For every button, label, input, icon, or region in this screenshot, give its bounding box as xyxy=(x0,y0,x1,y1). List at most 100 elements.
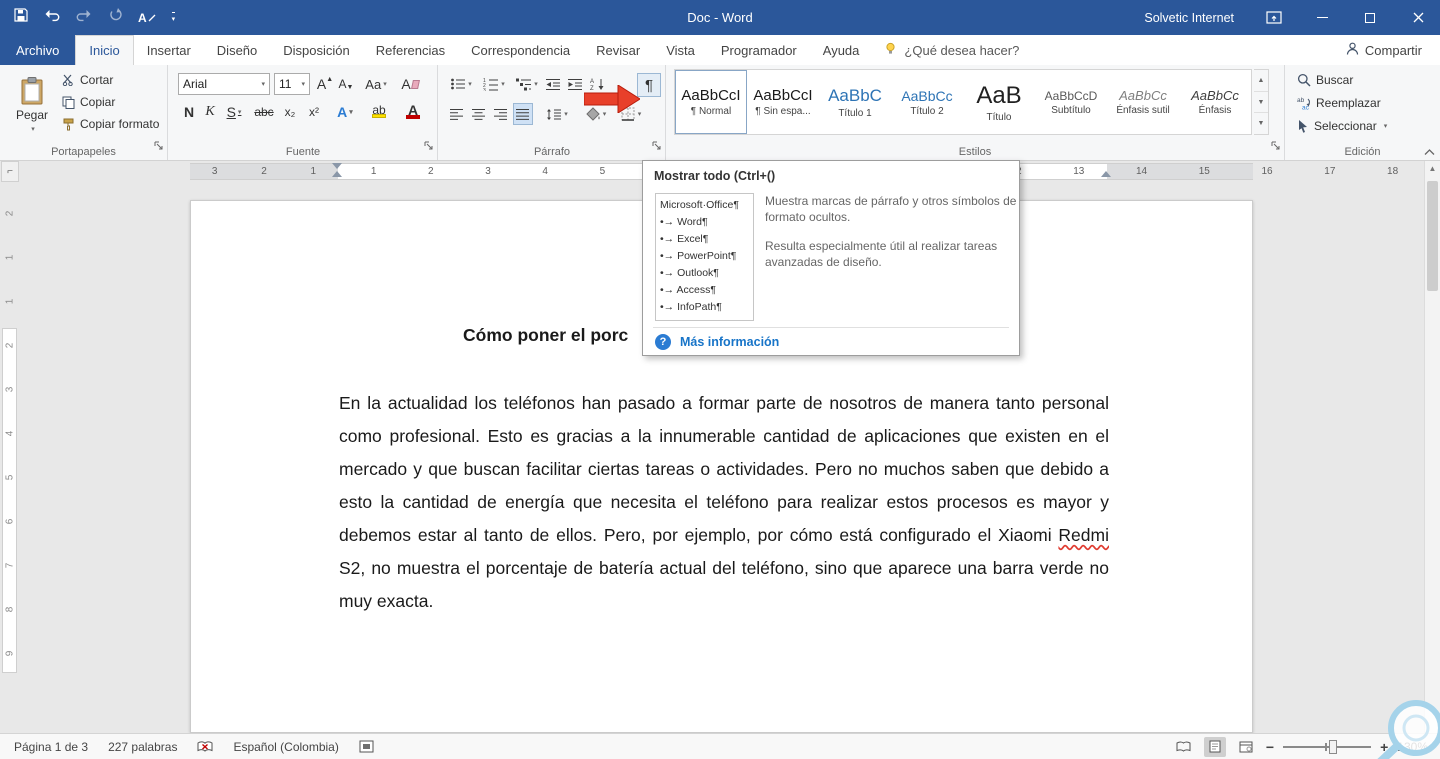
format-painter-button[interactable]: Copiar formato xyxy=(62,117,159,131)
tooltip-divider xyxy=(653,327,1009,328)
numbering-button[interactable]: 1 2 3 ▾ xyxy=(479,73,509,95)
page-indicator[interactable]: Página 1 de 3 xyxy=(14,740,88,754)
shrink-font-button[interactable]: A ▼ xyxy=(336,73,356,95)
font-color-button[interactable]: A xyxy=(399,99,427,121)
align-center-button[interactable] xyxy=(469,103,489,125)
vertical-scrollbar[interactable]: ▲ xyxy=(1424,161,1440,733)
multilevel-list-button[interactable]: ▾ xyxy=(513,73,541,95)
tab-programador[interactable]: Programador xyxy=(708,35,810,65)
maximize-button[interactable] xyxy=(1348,0,1392,35)
repeat-item: 18 xyxy=(1387,166,1399,177)
vertical-ruler[interactable]: 2 1 1 2 3 4 5 6 7 8 9 xyxy=(1,182,19,733)
clear-formatting-button[interactable]: A xyxy=(397,73,423,95)
scroll-up-arrow[interactable]: ▲ xyxy=(1425,164,1440,173)
style-normal[interactable]: AaBbCcI ¶ Normal xyxy=(675,70,747,134)
grow-font-button[interactable]: A ▲ xyxy=(315,73,335,95)
font-dialog-launcher[interactable] xyxy=(424,138,434,156)
find-button[interactable]: Buscar xyxy=(1297,73,1353,87)
styles-dialog-launcher[interactable] xyxy=(1271,138,1281,156)
clipboard-dialog-launcher[interactable] xyxy=(154,138,164,156)
tab-insertar[interactable]: Insertar xyxy=(134,35,204,65)
select-button[interactable]: Seleccionar ▾ xyxy=(1297,119,1387,133)
superscript-button[interactable]: x² xyxy=(303,101,325,123)
styles-gallery-more-button[interactable]: ▼ xyxy=(1254,113,1268,134)
text-effects-button[interactable]: A ▾ xyxy=(331,101,359,123)
italic-button[interactable]: K xyxy=(201,101,219,123)
zoom-slider[interactable] xyxy=(1283,739,1372,754)
scrollbar-thumb[interactable] xyxy=(1427,181,1438,291)
web-layout-button[interactable] xyxy=(1235,737,1257,757)
highlight-color-button[interactable]: ab xyxy=(363,99,395,121)
minimize-button[interactable] xyxy=(1300,0,1344,35)
more-info-link[interactable]: ? Más información xyxy=(655,334,779,350)
tab-inicio[interactable]: Inicio xyxy=(75,35,134,65)
bold-button[interactable]: N xyxy=(179,101,199,123)
paragraph-text: S2, no muestra el porcentaje de batería … xyxy=(339,558,1109,611)
left-indent-marker[interactable] xyxy=(332,171,342,177)
repeat-item: 1 xyxy=(4,254,16,261)
tab-revisar[interactable]: Revisar xyxy=(583,35,653,65)
repeat-item: 16 xyxy=(1261,166,1273,177)
tab-ayuda[interactable]: Ayuda xyxy=(810,35,873,65)
right-indent-marker[interactable] xyxy=(1101,171,1111,177)
account-name[interactable]: Solvetic Internet xyxy=(1144,11,1234,25)
underline-button[interactable]: S ▾ xyxy=(221,101,247,123)
increase-indent-button[interactable] xyxy=(565,73,585,95)
style-title[interactable]: AaB Título xyxy=(963,70,1035,134)
ribbon-display-options-button[interactable] xyxy=(1252,0,1296,35)
collapse-ribbon-button[interactable] xyxy=(1424,143,1435,161)
bullets-button[interactable]: ▾ xyxy=(447,73,475,95)
style-no-spacing[interactable]: AaBbCcI ¶ Sin espa... xyxy=(747,70,819,134)
repeat-item: 5 xyxy=(599,166,606,177)
document-heading[interactable]: Cómo poner el porc xyxy=(463,325,628,346)
paragraph-dialog-launcher[interactable] xyxy=(652,138,662,156)
tab-diseno[interactable]: Diseño xyxy=(204,35,270,65)
font-size-combo[interactable]: 11 ▾ xyxy=(274,73,310,95)
language-indicator[interactable]: Español (Colombia) xyxy=(233,740,338,754)
style-emphasis[interactable]: AaBbCc Énfasis xyxy=(1179,70,1251,134)
group-editing: Buscar ab ac Reemplazar Seleccionar ▾ Edic… xyxy=(1285,65,1440,160)
align-right-button[interactable] xyxy=(491,103,511,125)
document-paragraph[interactable]: En la actualidad los teléfonos han pasad… xyxy=(339,387,1109,618)
align-left-button[interactable] xyxy=(447,103,467,125)
share-button[interactable]: Compartir xyxy=(1328,35,1440,65)
styles-scroll-up-button[interactable]: ▲ xyxy=(1254,70,1268,92)
word-count[interactable]: 227 palabras xyxy=(108,740,177,754)
strikethrough-button[interactable]: abc xyxy=(251,101,277,123)
tab-correspondencia[interactable]: Correspondencia xyxy=(458,35,583,65)
replace-button[interactable]: ab ac Reemplazar xyxy=(1297,96,1381,110)
print-layout-button[interactable] xyxy=(1203,736,1226,757)
macro-record-icon[interactable] xyxy=(359,740,374,753)
decrease-indent-button[interactable] xyxy=(543,73,563,95)
style-subtitle[interactable]: AaBbCcD Subtítulo xyxy=(1035,70,1107,134)
styles-scroll-down-button[interactable]: ▼ xyxy=(1254,92,1268,114)
change-case-button[interactable]: Aa ▾ xyxy=(361,73,391,95)
cut-button[interactable]: Cortar xyxy=(62,73,113,87)
show-formatting-marks-button[interactable]: ¶ xyxy=(637,73,661,97)
proofing-status-icon[interactable] xyxy=(197,740,213,754)
close-button[interactable] xyxy=(1396,0,1440,35)
justify-button[interactable] xyxy=(513,103,533,125)
zoom-out-button[interactable]: − xyxy=(1266,739,1274,755)
tab-stop-selector[interactable]: ⌐ xyxy=(1,161,19,182)
tab-archivo[interactable]: Archivo xyxy=(0,35,76,65)
copy-button[interactable]: Copiar xyxy=(62,95,115,109)
tell-me-box[interactable]: ¿Qué desea hacer? xyxy=(872,35,1031,65)
tab-disposicion[interactable]: Disposición xyxy=(270,35,362,65)
tab-vista[interactable]: Vista xyxy=(653,35,708,65)
line-spacing-button[interactable]: ▾ xyxy=(543,103,571,125)
style-heading1[interactable]: AaBbC Título 1 xyxy=(819,70,891,134)
paste-button[interactable]: Pegar ▾ xyxy=(8,70,56,140)
brush-icon xyxy=(63,118,74,130)
tab-referencias[interactable]: Referencias xyxy=(363,35,458,65)
font-name-combo[interactable]: Arial ▾ xyxy=(178,73,270,95)
first-line-indent-marker[interactable] xyxy=(332,163,342,169)
zoom-slider-thumb[interactable] xyxy=(1329,739,1338,754)
repeat-item: 4 xyxy=(542,166,548,177)
style-heading2[interactable]: AaBbCc Título 2 xyxy=(891,70,963,134)
subscript-button[interactable]: x₂ xyxy=(279,101,301,123)
style-subtle-emphasis[interactable]: AaBbCc Énfasis sutil xyxy=(1107,70,1179,134)
read-mode-button[interactable] xyxy=(1173,737,1195,757)
multilevel-icon xyxy=(516,78,532,91)
annotation-arrow xyxy=(583,84,641,118)
